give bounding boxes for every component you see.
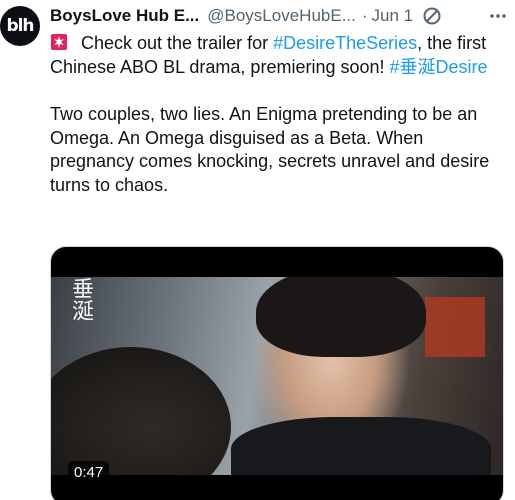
hashtag-desire[interactable]: #垂涎Desire [390,57,488,77]
tweet-header: BoysLove Hub E... @BoysLoveHubE... · Jun… [50,4,512,28]
avatar[interactable]: blh [0,6,40,46]
actor-jacket [231,417,491,475]
tweet-paragraph-1: Check out the trailer for #DesireTheSeri… [50,32,500,79]
tweet-text: Check out the trailer for #DesireTheSeri… [50,32,500,197]
tweet-text-part1: Check out the trailer for [76,33,274,53]
video-player[interactable]: 垂涎 0:47 [50,246,504,500]
display-name[interactable]: BoysLove Hub E... [50,6,199,26]
tweet[interactable]: blh BoysLove Hub E... @BoysLoveHubE... ·… [0,0,515,500]
background-decor [425,297,485,357]
tweet-date[interactable]: Jun 1 [372,6,414,26]
user-handle[interactable]: @BoysLoveHubE... [207,6,356,26]
actor-hair [256,277,426,357]
tweet-paragraph-2: Two couples, two lies. An Enigma pretend… [50,104,490,195]
video-thumbnail[interactable]: 垂涎 [51,277,503,475]
verified-badge-icon[interactable] [421,5,443,27]
separator-dot: · [361,6,368,25]
more-horizontal-icon[interactable] [486,5,510,27]
video-watermark: 垂涎 [68,277,93,321]
rotating-light-icon [50,33,68,51]
video-duration-badge: 0:47 [68,461,110,484]
foreground-figure [51,347,231,475]
hashtag-desiretheseries[interactable]: #DesireTheSeries [273,33,417,53]
